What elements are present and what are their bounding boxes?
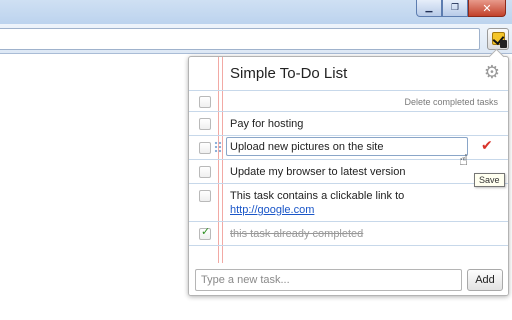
task-checkbox[interactable]	[199, 118, 211, 130]
empty-row	[189, 246, 508, 263]
save-tooltip: Save	[474, 173, 505, 187]
task-checkbox[interactable]	[199, 142, 211, 154]
browser-titlebar: ▁ ❐ ✕	[0, 0, 512, 24]
extension-badge-icon	[500, 40, 507, 48]
popup-title: Simple To-Do List	[230, 65, 348, 82]
maximize-icon[interactable]: ❐	[442, 0, 468, 17]
task-text[interactable]: Pay for hosting	[230, 118, 303, 131]
task-checkbox[interactable]	[199, 190, 211, 202]
todo-extension-button[interactable]	[487, 28, 509, 50]
drag-handle-icon[interactable]	[214, 141, 222, 153]
task-checkbox[interactable]	[199, 166, 211, 178]
browser-toolbar	[0, 24, 512, 54]
task-text[interactable]: Update my browser to latest version	[230, 166, 405, 179]
hand-cursor-icon: ☝	[459, 151, 469, 169]
todo-popup: Simple To-Do List ⚙ Delete completed tas…	[188, 56, 509, 296]
gear-icon[interactable]: ⚙	[484, 64, 500, 82]
select-all-row: Delete completed tasks	[189, 90, 508, 112]
save-check-icon[interactable]: ✔	[481, 138, 493, 154]
task-link[interactable]: http://google.com	[230, 204, 314, 217]
close-window-icon[interactable]: ✕	[468, 0, 506, 17]
new-task-bar: Add	[189, 263, 508, 295]
minimize-icon[interactable]: ▁	[416, 0, 442, 17]
task-edit-input[interactable]	[226, 137, 468, 156]
add-task-button[interactable]: Add	[467, 269, 503, 291]
select-all-checkbox[interactable]	[199, 96, 211, 108]
delete-completed-link[interactable]: Delete completed tasks	[404, 97, 498, 107]
task-row[interactable]: Pay for hosting	[189, 112, 508, 136]
address-bar[interactable]	[0, 28, 480, 50]
completed-task-text[interactable]: this task already completed	[230, 228, 363, 241]
task-row-completed[interactable]: this task already completed	[189, 222, 508, 246]
task-checkbox-checked[interactable]	[199, 225, 211, 240]
window-controls: ▁ ❐ ✕	[416, 0, 506, 18]
new-task-input[interactable]	[195, 269, 462, 291]
task-row[interactable]: This task contains a clickable link to h…	[189, 184, 508, 222]
popup-header: Simple To-Do List ⚙	[189, 57, 508, 90]
task-text[interactable]: This task contains a clickable link to	[230, 190, 404, 203]
